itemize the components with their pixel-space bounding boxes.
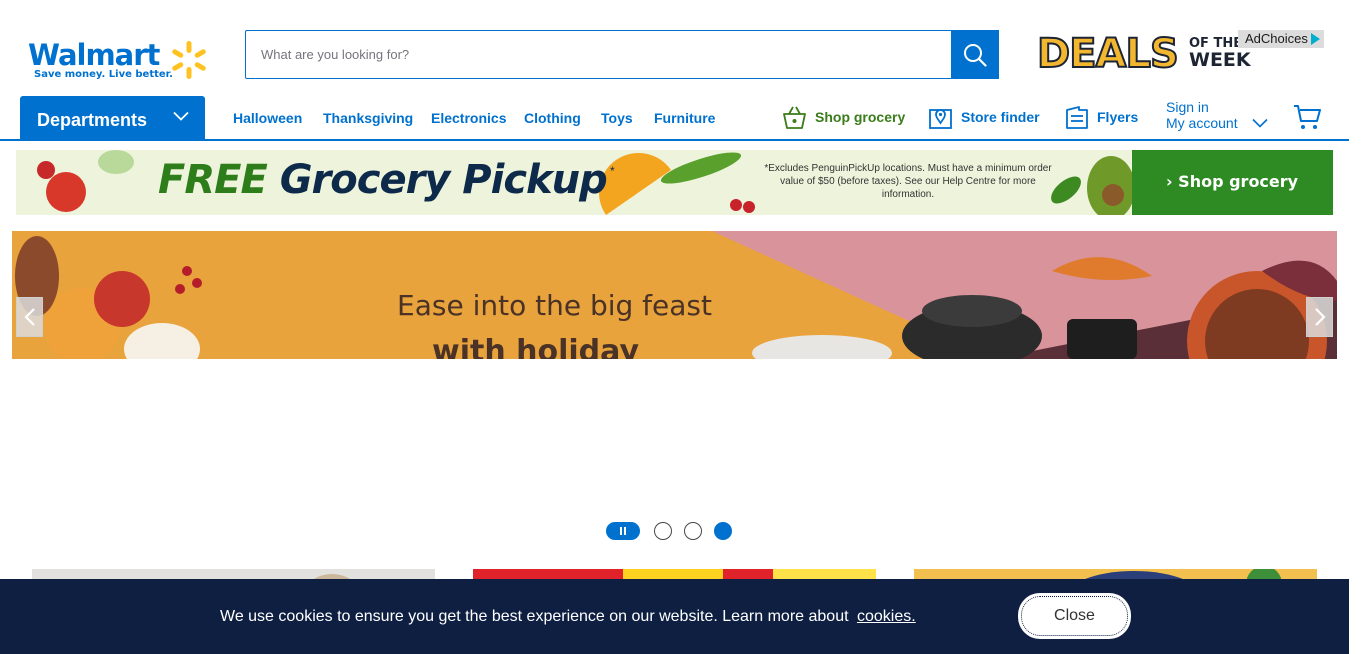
cart-icon[interactable] (1293, 103, 1321, 131)
search-icon (964, 43, 987, 67)
nav-link-thanksgiving[interactable]: Thanksgiving (323, 110, 413, 126)
cookie-message: We use cookies to ensure you get the bes… (220, 608, 916, 626)
grocery-asterisk: * (610, 164, 615, 178)
hero-headline: Ease into the big feast (397, 289, 712, 322)
spark-icon (172, 41, 206, 79)
sign-in-label: Sign in (1166, 99, 1209, 115)
nav-link-electronics[interactable]: Electronics (431, 110, 506, 126)
search-input[interactable] (246, 31, 951, 78)
carousel-dot-3[interactable] (714, 522, 732, 540)
ad-week-text: WEEK (1189, 49, 1251, 71)
nav-link-halloween[interactable]: Halloween (233, 110, 302, 126)
my-account-label: My account (1166, 115, 1238, 131)
carousel-pause-button[interactable] (606, 522, 640, 540)
cookies-link[interactable]: cookies. (857, 608, 916, 625)
departments-label: Departments (37, 110, 148, 130)
grocery-fine-print: *Excludes PenguinPickUp locations. Must … (764, 163, 1052, 200)
logo-tagline: Save money. Live better. (34, 69, 173, 80)
carousel-prev-button[interactable] (16, 297, 43, 337)
ad-deals-text: DEALS (1036, 30, 1180, 78)
grocery-banner-title: FREE Grocery Pickup (158, 157, 608, 203)
carousel-next-button[interactable] (1306, 297, 1333, 337)
account-menu[interactable]: Sign in My account (1166, 99, 1268, 131)
walmart-logo[interactable]: Walmart Save money. Live better. (28, 38, 218, 84)
flyer-icon (1065, 105, 1089, 130)
adchoices-label: AdChoices (1245, 31, 1308, 46)
chevron-left-icon (23, 308, 35, 326)
store-finder-link[interactable]: Store finder (928, 102, 1040, 132)
flyers-link[interactable]: Flyers (1065, 102, 1138, 132)
pause-icon (619, 522, 627, 540)
cookie-message-text: We use cookies to ensure you get the bes… (220, 608, 849, 625)
hero-carousel-slide[interactable]: Ease into the big feast with holiday (12, 231, 1337, 359)
adchoices-badge[interactable]: AdChoices (1238, 30, 1324, 48)
hero-subheadline: with holiday (432, 334, 640, 359)
carousel-dot-1[interactable] (654, 522, 672, 540)
free-grocery-pickup-banner[interactable]: FREE Grocery Pickup * *Excludes PenguinP… (16, 150, 1333, 215)
chevron-down-icon (173, 111, 189, 121)
logo-wordmark: Walmart (28, 38, 160, 72)
nav-link-clothing[interactable]: Clothing (524, 110, 581, 126)
store-pin-icon (928, 105, 953, 130)
grocery-title-free: FREE (158, 157, 280, 203)
grocery-title-rest: Grocery Pickup (279, 157, 608, 203)
grocery-basket-icon (782, 105, 807, 130)
nav-link-toys[interactable]: Toys (601, 110, 633, 126)
shop-grocery-label: Shop grocery (815, 109, 906, 125)
search-bar (245, 30, 999, 79)
store-finder-label: Store finder (961, 109, 1040, 125)
scrollbar-gutter (1349, 0, 1366, 654)
search-button[interactable] (951, 30, 999, 79)
shop-grocery-link[interactable]: Shop grocery (782, 102, 905, 132)
flyers-label: Flyers (1097, 109, 1139, 125)
shop-grocery-cta[interactable]: › Shop grocery (1132, 150, 1333, 215)
chevron-down-icon (1252, 118, 1268, 128)
main-nav: Departments Halloween Thanksgiving Elect… (0, 96, 1349, 141)
chevron-right-icon (1314, 308, 1326, 326)
cookie-close-button[interactable]: Close (1018, 593, 1131, 639)
departments-button[interactable]: Departments (20, 96, 205, 141)
cookie-consent-bar: We use cookies to ensure you get the bes… (0, 579, 1349, 654)
carousel-dot-2[interactable] (684, 522, 702, 540)
adchoices-icon (1310, 33, 1320, 45)
nav-link-furniture[interactable]: Furniture (654, 110, 715, 126)
